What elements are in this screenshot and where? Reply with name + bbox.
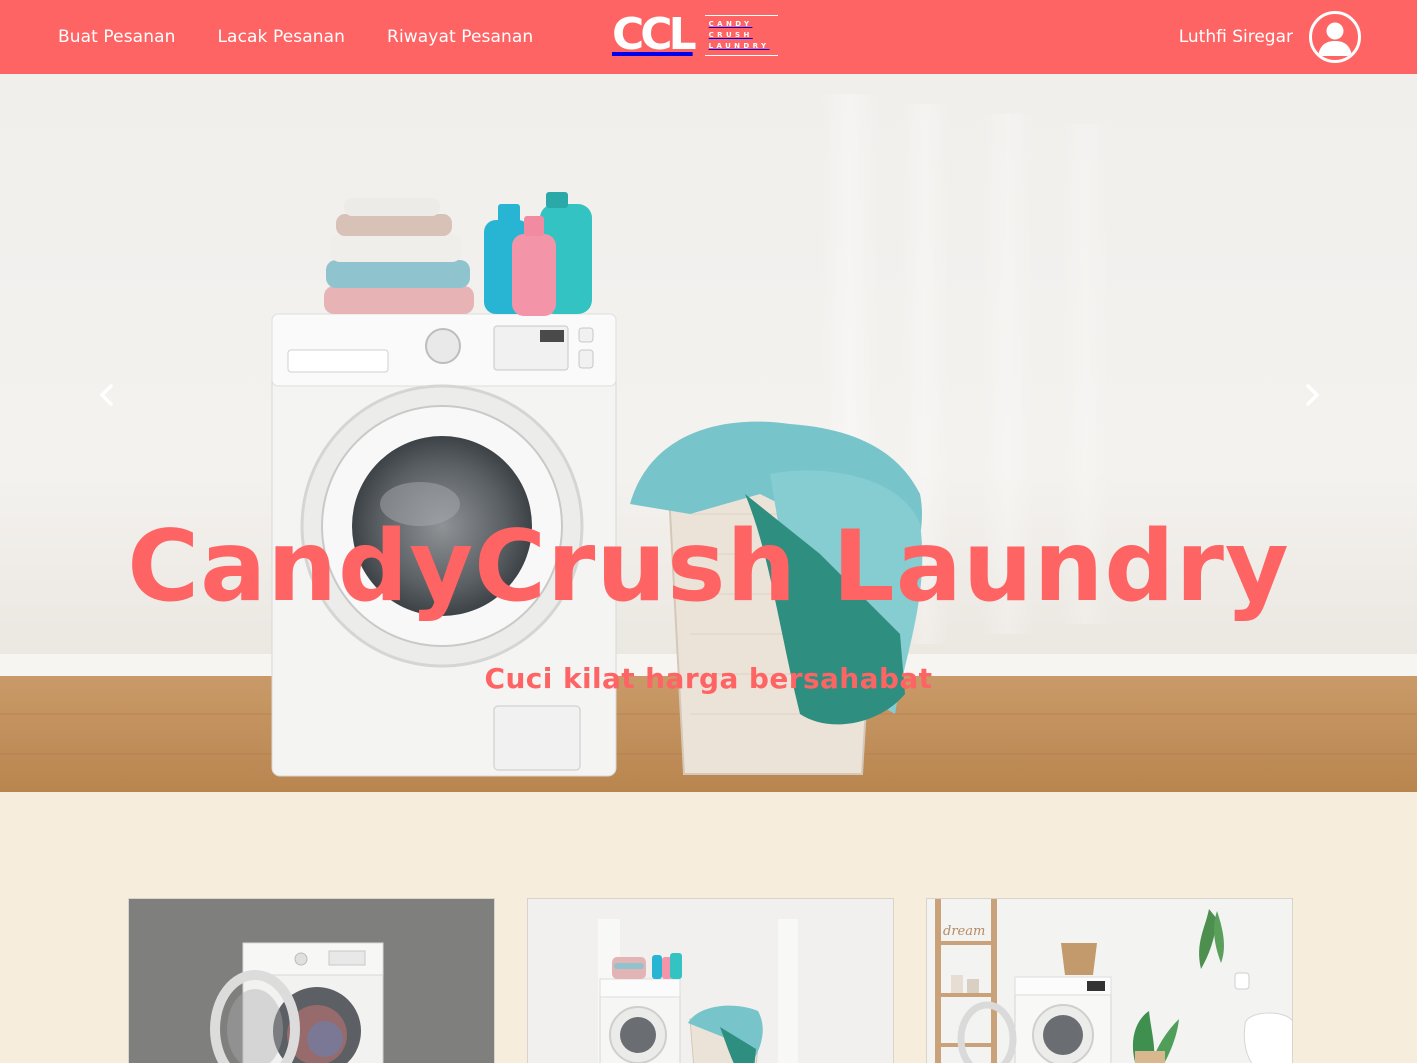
washing-machine-open-door-image <box>129 899 494 1063</box>
washing-machine-with-basket-image <box>528 899 893 1063</box>
brand-word-candy: CANDY <box>708 19 753 28</box>
laundry-room-with-shelf-image: dream <box>927 899 1292 1063</box>
svg-text:dream: dream <box>943 924 985 939</box>
carousel-next-button[interactable] <box>1297 380 1327 410</box>
hero-subtitle: Cuci kilat harga bersahabat <box>484 662 933 695</box>
card-washing-machine-open[interactable] <box>128 898 495 1063</box>
brand-mark: CCL <box>612 9 697 60</box>
carousel-prev-button[interactable] <box>92 380 122 410</box>
chevron-left-icon <box>100 384 113 406</box>
brand-wordmark: CANDY CRUSH LAUNDRY <box>704 14 778 56</box>
nav-buat-pesanan[interactable]: Buat Pesanan <box>58 27 175 47</box>
hero-title: CandyCrush Laundry <box>127 510 1290 624</box>
brand-logo[interactable]: CCL CANDY CRUSH LAUNDRY <box>612 10 784 60</box>
hero-carousel: CandyCrush Laundry Cuci kilat harga bers… <box>0 74 1417 792</box>
nav-riwayat-pesanan[interactable]: Riwayat Pesanan <box>387 27 533 47</box>
brand-word-crush: CRUSH <box>708 30 753 39</box>
card-washing-machine-basket[interactable] <box>527 898 894 1063</box>
chevron-right-icon <box>1306 384 1319 406</box>
user-menu[interactable]: Luthfi Siregar <box>1179 0 1361 74</box>
user-name[interactable]: Luthfi Siregar <box>1179 27 1293 47</box>
nav-lacak-pesanan[interactable]: Lacak Pesanan <box>217 27 345 47</box>
brand-word-laundry: LAUNDRY <box>708 41 770 50</box>
card-laundry-room[interactable]: dream <box>926 898 1293 1063</box>
main-nav: Buat Pesanan Lacak Pesanan Riwayat Pesan… <box>58 0 575 74</box>
top-navbar: Buat Pesanan Lacak Pesanan Riwayat Pesan… <box>0 0 1417 74</box>
user-avatar-icon[interactable] <box>1309 11 1361 63</box>
feature-cards: dream <box>128 898 1293 1063</box>
